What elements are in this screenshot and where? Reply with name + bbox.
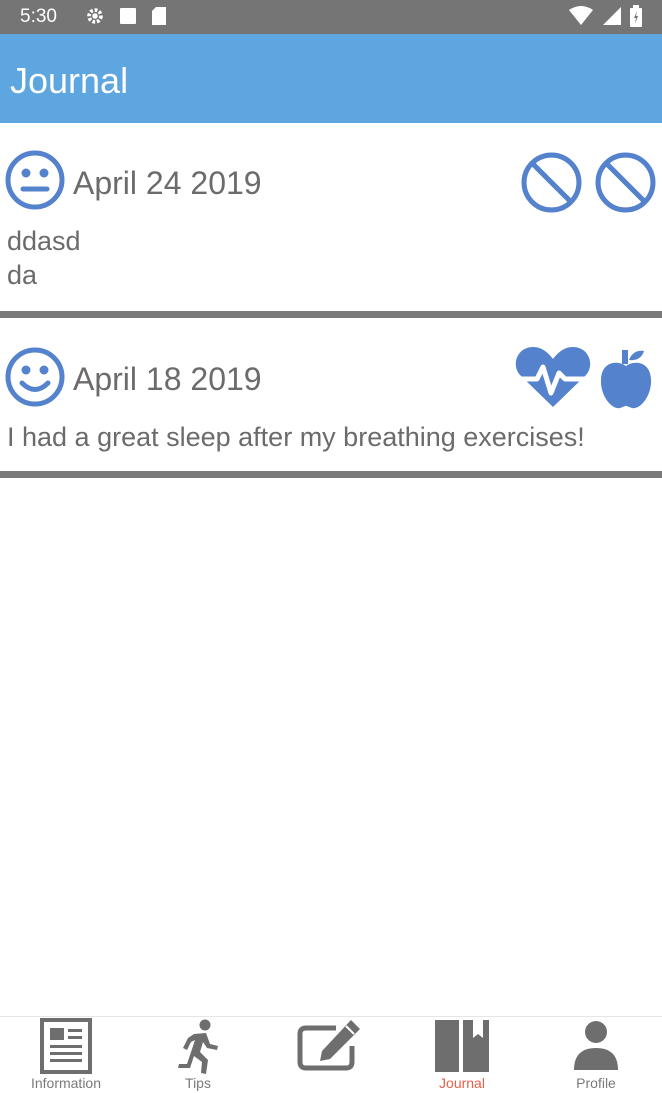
status-bar: 5:30 xyxy=(0,0,662,34)
nav-new-entry[interactable] xyxy=(264,1017,396,1093)
entry-date: April 24 2019 xyxy=(73,165,262,201)
nav-information[interactable]: Information xyxy=(0,1017,132,1093)
newspaper-icon xyxy=(40,1018,92,1074)
entry-text-line: I had a great sleep after my breathing e… xyxy=(7,422,585,452)
status-time: 5:30 xyxy=(20,6,57,27)
nav-label: Tips xyxy=(185,1075,211,1091)
wifi-icon xyxy=(569,6,593,25)
page-title: Journal xyxy=(10,60,129,101)
app-bar: Journal xyxy=(0,34,662,123)
nav-label: Profile xyxy=(576,1075,616,1091)
nav-profile[interactable]: Profile xyxy=(530,1017,662,1093)
sd-card-icon xyxy=(152,7,166,25)
notification-square-icon xyxy=(120,8,136,24)
nav-label: Journal xyxy=(439,1075,485,1091)
entry-date: April 18 2019 xyxy=(73,361,262,397)
settings-gear-icon xyxy=(87,8,103,24)
bottom-navigation: Information Tips Journal Profile xyxy=(0,1016,662,1093)
smiley-face-icon xyxy=(5,347,65,407)
nav-journal[interactable]: Journal xyxy=(396,1017,528,1093)
entry-text: I had a great sleep after my breathing e… xyxy=(7,420,585,454)
entry-divider xyxy=(0,471,662,478)
signal-icon xyxy=(603,7,621,25)
none-icon xyxy=(521,152,582,213)
heart-pulse-icon xyxy=(515,347,591,407)
edit-pencil-icon xyxy=(297,1020,360,1071)
neutral-face-icon xyxy=(5,150,65,210)
battery-icon xyxy=(630,5,642,27)
nav-label: Information xyxy=(30,1075,102,1091)
entry-text: ddasd da xyxy=(7,224,81,292)
apple-icon xyxy=(600,350,652,409)
person-icon xyxy=(574,1021,618,1070)
journal-entry[interactable]: April 24 2019 ddasd da xyxy=(0,123,662,311)
entry-text-line: da xyxy=(7,260,38,290)
none-icon xyxy=(595,152,656,213)
entry-text-line: ddasd xyxy=(7,226,81,256)
running-person-icon xyxy=(178,1019,218,1074)
journal-entry[interactable]: April 18 2019 I had a great sleep after … xyxy=(0,319,662,471)
book-icon xyxy=(435,1020,489,1072)
entry-divider xyxy=(0,311,662,318)
nav-tips[interactable]: Tips xyxy=(132,1017,264,1093)
